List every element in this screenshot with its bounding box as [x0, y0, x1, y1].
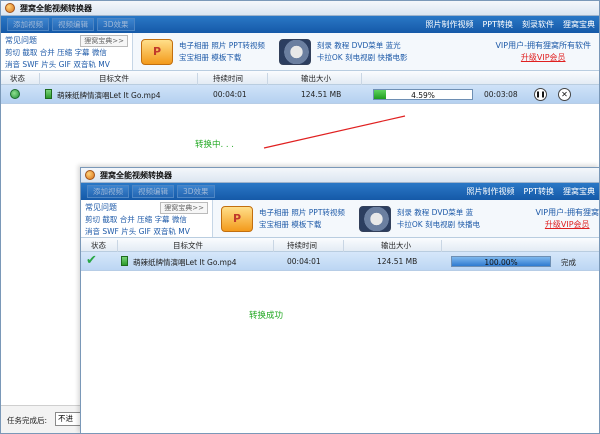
task-size: 124.51 MB [301, 90, 342, 99]
photo-to-video-link[interactable]: 照片制作视频 [425, 19, 473, 30]
remaining-time: 00:03:08 [484, 90, 518, 99]
bottom-bar: 任务完成后: 不进 [1, 405, 81, 433]
after-complete-label: 任务完成后: [7, 416, 48, 425]
toolbar: 添加视频 视频编辑 3D效果 照片制作视频 PPT转换 刻录软件 狸窝宝典 [1, 16, 599, 33]
video-edit-button[interactable]: 视频编辑 [52, 18, 94, 31]
check-icon: ✔ [86, 253, 97, 268]
ppt-icon: P [221, 205, 253, 232]
add-video-button[interactable]: 添加视频 [7, 18, 49, 31]
ppt-icon: P [141, 38, 173, 65]
toolbar-links: 照片制作视频 PPT转换 刻录软件 狸窝宝典 [416, 16, 595, 33]
toolbar-links: 照片制作视频 PPT转换 狸窝宝典 [457, 183, 595, 200]
faq-links-line2[interactable]: 消音 SWF 片头 GIF 双音轨 MV [85, 226, 208, 237]
task-duration: 00:04:01 [287, 257, 321, 266]
col-target: 目标文件 [99, 74, 129, 83]
task-row-completed[interactable]: ✔ 萌辣纸牌情演唱Let It Go.mp4 00:04:01 124.51 M… [81, 252, 599, 271]
fox-logo-icon [5, 3, 15, 13]
spinner-icon [10, 89, 20, 99]
faq-guide-tag[interactable]: 狸窝宝典>> [160, 202, 208, 214]
ad-bar: 常见问题 狸窝宝典>> 剪切 截取 合并 压缩 字幕 微信 消音 SWF 片头 … [81, 200, 599, 238]
faq-panel: 常见问题 狸窝宝典>> 剪切 截取 合并 压缩 字幕 微信 消音 SWF 片头 … [81, 200, 213, 237]
vip-panel: VIP用户-拥有狸窝所有软件 升级VIP会员 [495, 33, 599, 70]
dvd-promo-line1[interactable]: 刻录 教程 DVD菜单 蓝 [397, 207, 480, 219]
task-size: 124.51 MB [377, 257, 418, 266]
ppt-convert-link[interactable]: PPT转换 [482, 19, 513, 30]
task-row-converting[interactable]: 萌辣纸牌情演唱Let It Go.mp4 00:04:01 124.51 MB … [1, 85, 599, 104]
after-complete-select[interactable]: 不进 [55, 412, 81, 426]
col-status: 状态 [91, 241, 106, 250]
video-edit-button[interactable]: 视频编辑 [132, 185, 174, 198]
success-note: 转换成功 [249, 311, 284, 321]
task-filename: 萌辣纸牌情演唱Let It Go.mp4 [57, 91, 161, 100]
liwo-guide-link[interactable]: 狸窝宝典 [563, 186, 595, 197]
upgrade-vip-link[interactable]: 升级VIP会员 [495, 52, 591, 64]
main-window-2: 狸窝全能视频转换器 添加视频 视频编辑 3D效果 照片制作视频 PPT转换 狸窝… [80, 167, 600, 434]
dvd-promo-line2[interactable]: 卡拉OK 刻电视剧 快播电 [397, 219, 480, 231]
dvd-disc-icon [278, 38, 311, 65]
fox-logo-icon [85, 170, 95, 180]
col-duration: 持续时间 [287, 241, 317, 250]
window-title: 狸窝全能视频转换器 [100, 170, 172, 180]
add-video-button[interactable]: 添加视频 [87, 185, 129, 198]
task-list-header: 状态 目标文件 持续时间 输出大小 [1, 71, 599, 87]
dvd-disc-icon [358, 205, 391, 232]
dvd-promo-line2[interactable]: 卡拉OK 刻电视剧 快播电影 [317, 52, 408, 64]
faq-guide-tag[interactable]: 狸窝宝典>> [80, 35, 128, 47]
faq-panel: 常见问题 狸窝宝典>> 剪切 截取 合并 压缩 字幕 微信 消音 SWF 片头 … [1, 33, 133, 70]
ppt-convert-link[interactable]: PPT转换 [523, 186, 554, 197]
upgrade-vip-link[interactable]: 升级VIP会员 [535, 219, 599, 231]
toolbar: 添加视频 视频编辑 3D效果 照片制作视频 PPT转换 狸窝宝典 [81, 183, 599, 200]
liwo-guide-link[interactable]: 狸窝宝典 [563, 19, 595, 30]
task-filename: 萌辣纸牌情演唱Let It Go.mp4 [133, 258, 237, 267]
progress-text: 4.59% [411, 91, 435, 100]
faq-links-line2[interactable]: 消音 SWF 片头 GIF 双音轨 MV [5, 59, 128, 70]
3d-effect-button[interactable]: 3D效果 [97, 18, 135, 31]
col-size: 输出大小 [381, 241, 411, 250]
ppt-promo[interactable]: P 电子相册 照片 PPT转视频 宝宝相册 模板下载 [133, 33, 265, 70]
vip-title[interactable]: VIP用户-拥有狸窝 [535, 207, 599, 219]
dvd-promo[interactable]: 刻录 教程 DVD菜单 蓝 卡拉OK 刻电视剧 快播电 [345, 200, 480, 237]
progress-bar: 4.59% [373, 89, 473, 100]
task-list-header: 状态 目标文件 持续时间 输出大小 [81, 238, 599, 254]
status-complete-text: 完成 [561, 258, 576, 267]
vip-panel: VIP用户-拥有狸窝 升级VIP会员 [535, 200, 599, 237]
ppt-promo[interactable]: P 电子相册 照片 PPT转视频 宝宝相册 模板下载 [213, 200, 345, 237]
ppt-promo-line2[interactable]: 宝宝相册 模板下载 [179, 52, 265, 64]
col-size: 输出大小 [301, 74, 331, 83]
converting-note: 转换中. . . [195, 140, 235, 150]
photo-to-video-link[interactable]: 照片制作视频 [466, 186, 514, 197]
faq-links-line1[interactable]: 剪切 截取 合并 压缩 字幕 微信 [5, 47, 128, 58]
ppt-promo-line1[interactable]: 电子相册 照片 PPT转视频 [259, 207, 345, 219]
col-duration: 持续时间 [213, 74, 243, 83]
title-bar: 狸窝全能视频转换器 [81, 168, 599, 183]
ppt-promo-line1[interactable]: 电子相册 照片 PPT转视频 [179, 40, 265, 52]
title-bar: 狸窝全能视频转换器 [1, 1, 599, 16]
col-target: 目标文件 [173, 241, 203, 250]
dvd-promo[interactable]: 刻录 教程 DVD菜单 蓝光 卡拉OK 刻电视剧 快播电影 [265, 33, 408, 70]
close-icon[interactable]: ✕ [558, 88, 571, 101]
pause-icon[interactable]: ❚❚ [534, 88, 547, 101]
dvd-promo-line1[interactable]: 刻录 教程 DVD菜单 蓝光 [317, 40, 408, 52]
file-video-icon [121, 256, 128, 266]
col-status: 状态 [10, 74, 25, 83]
burn-software-link[interactable]: 刻录软件 [522, 19, 554, 30]
vip-title[interactable]: VIP用户-拥有狸窝所有软件 [495, 40, 591, 52]
file-video-icon [45, 89, 52, 99]
ad-bar: 常见问题 狸窝宝典>> 剪切 截取 合并 压缩 字幕 微信 消音 SWF 片头 … [1, 33, 599, 71]
faq-links-line1[interactable]: 剪切 截取 合并 压缩 字幕 微信 [85, 214, 208, 225]
progress-text: 100.00% [484, 258, 518, 267]
task-duration: 00:04:01 [213, 90, 247, 99]
ppt-promo-line2[interactable]: 宝宝相册 模板下载 [259, 219, 345, 231]
progress-bar: 100.00% [451, 256, 551, 267]
3d-effect-button[interactable]: 3D效果 [177, 185, 215, 198]
window-title: 狸窝全能视频转换器 [20, 3, 92, 13]
